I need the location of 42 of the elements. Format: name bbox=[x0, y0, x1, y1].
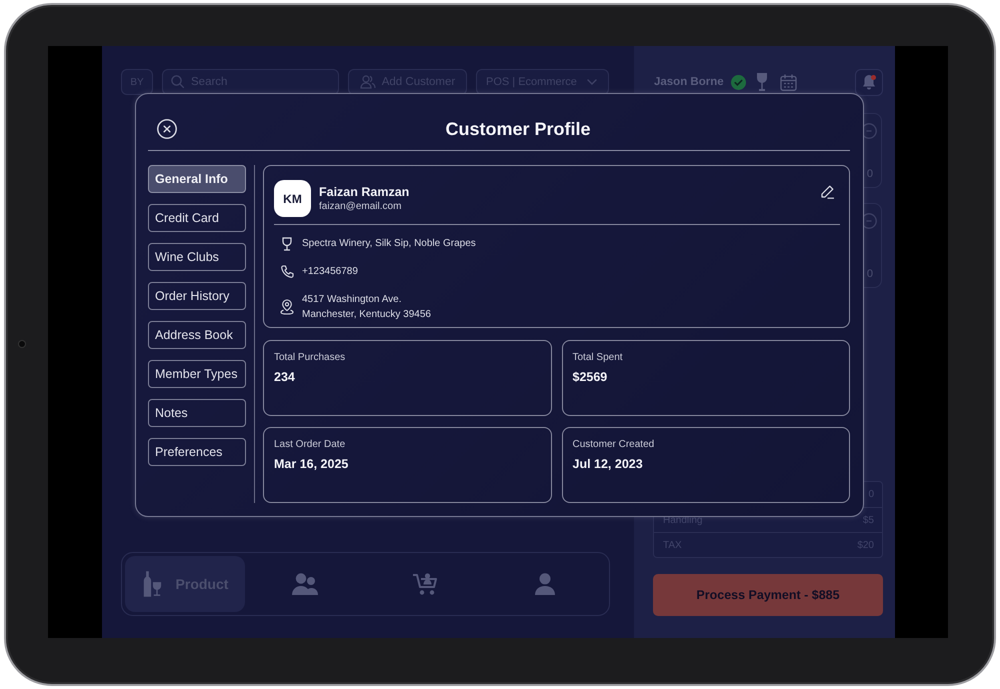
phone-icon bbox=[280, 264, 294, 278]
close-button[interactable] bbox=[157, 119, 177, 139]
notification-button[interactable] bbox=[855, 68, 883, 96]
stat-value: 234 bbox=[274, 369, 295, 385]
profile-tab[interactable]: Wine Clubs bbox=[148, 243, 246, 271]
user-name: Jason Borne bbox=[654, 76, 724, 88]
initials-avatar: KM bbox=[274, 180, 311, 217]
stat-value: Mar 16, 2025 bbox=[274, 456, 348, 472]
profile-tab[interactable]: General Info bbox=[148, 165, 246, 193]
dialog-title: Customer Profile bbox=[445, 118, 591, 140]
profile-tab[interactable]: Member Types bbox=[148, 360, 246, 388]
profile-tab[interactable]: Credit Card bbox=[148, 204, 246, 232]
location-pin-icon bbox=[280, 299, 294, 315]
close-icon bbox=[157, 119, 177, 139]
address-text: 4517 Washington Ave. Manchester, Kentucky 39456 bbox=[302, 293, 431, 322]
customer-name: Faizan Ramzan bbox=[319, 184, 410, 200]
stat-label: Last Order Date bbox=[274, 438, 346, 451]
users-icon bbox=[292, 573, 318, 595]
wine-glass-icon bbox=[281, 236, 293, 250]
search-icon bbox=[171, 75, 184, 88]
profile-tab[interactable]: Notes bbox=[148, 399, 246, 427]
pencil-icon[interactable] bbox=[820, 185, 834, 199]
wineries-text: Spectra Winery, Silk Sip, Noble Grapes bbox=[302, 237, 476, 251]
phone-number: +123456789 bbox=[302, 265, 358, 279]
users-icon bbox=[360, 75, 376, 89]
wine-glass-icon[interactable] bbox=[756, 73, 767, 91]
calendar-icon[interactable] bbox=[780, 74, 797, 90]
caret-icon bbox=[587, 79, 597, 85]
stat-label: Total Spent bbox=[572, 351, 623, 364]
wine-bottle-glass-icon bbox=[142, 571, 162, 597]
profile-tab[interactable]: Order History bbox=[148, 282, 246, 310]
profile-tab[interactable]: Address Book bbox=[148, 321, 246, 349]
stat-label: Customer Created bbox=[572, 438, 654, 451]
cart-person-icon bbox=[412, 572, 438, 596]
camera-lens-icon bbox=[19, 341, 25, 347]
stat-label: Total Purchases bbox=[274, 351, 346, 364]
profile-tab[interactable]: Preferences bbox=[148, 438, 246, 466]
stat-value: Jul 12, 2023 bbox=[572, 456, 643, 472]
user-icon bbox=[535, 573, 555, 595]
stat-value: $2569 bbox=[572, 369, 608, 385]
bell-icon bbox=[862, 74, 876, 90]
customer-email: faizan@email.com bbox=[319, 200, 402, 212]
